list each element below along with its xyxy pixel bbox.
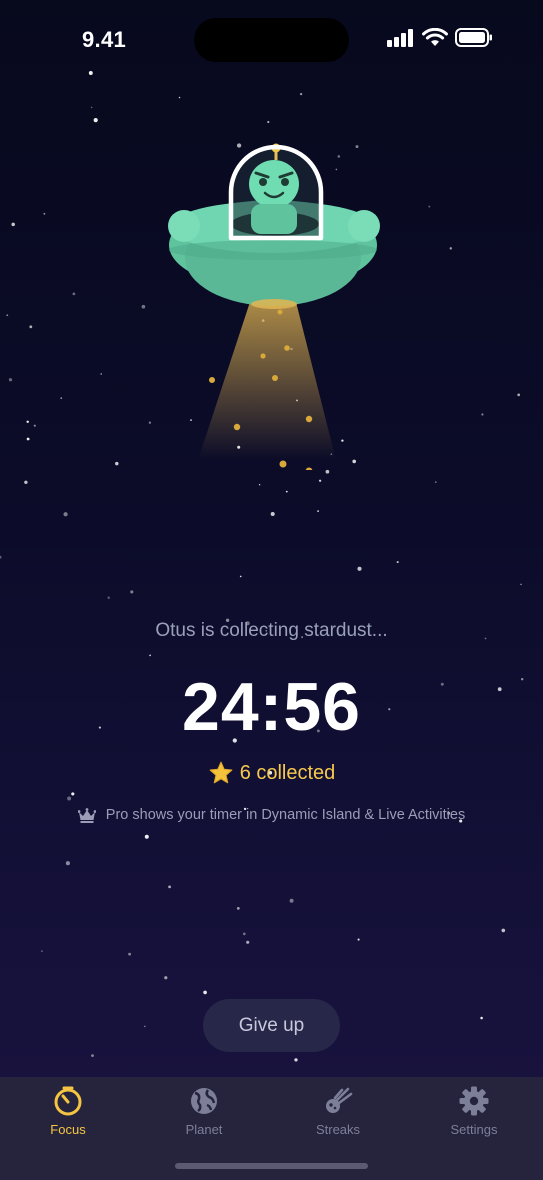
signal-icon <box>387 28 413 47</box>
dynamic-island <box>194 18 349 62</box>
tab-label-streaks: Streaks <box>315 1122 361 1137</box>
meteor-icon <box>326 1087 353 1113</box>
tab-label-planet: Planet <box>185 1122 223 1137</box>
gear-icon <box>459 1086 489 1116</box>
tab-planet[interactable]: Planet <box>154 1085 254 1145</box>
pro-upsell-note[interactable]: Pro shows your timer in Dynamic Island &… <box>0 807 543 823</box>
home-indicator <box>175 1163 368 1169</box>
tab-label-focus: Focus <box>50 1122 86 1137</box>
crown-icon <box>77 807 96 823</box>
status-bar: 9.41 <box>0 0 543 80</box>
status-message: Otus is collecting stardust... <box>155 620 388 641</box>
collected-count: 6 collected <box>239 761 336 784</box>
status-icons <box>387 28 493 47</box>
give-up-button[interactable]: Give up <box>203 999 340 1052</box>
battery-icon <box>455 28 492 47</box>
star-icon <box>209 761 233 784</box>
tab-label-settings: Settings <box>450 1122 498 1137</box>
timer-icon <box>54 1086 82 1116</box>
status-time: 9.41 <box>82 27 127 52</box>
globe-icon <box>191 1088 217 1114</box>
tab-focus[interactable]: Focus <box>18 1085 118 1145</box>
ufo-alien-icon <box>168 143 380 470</box>
pro-note-text: Pro shows your timer in Dynamic Island &… <box>105 807 466 823</box>
tab-streaks[interactable]: Streaks <box>288 1085 388 1145</box>
countdown-timer: 24:56 <box>182 669 361 745</box>
tab-bar: Focus Planet Streaks Settings <box>0 1077 543 1180</box>
tab-settings[interactable]: Settings <box>424 1085 524 1145</box>
wifi-icon <box>422 28 448 46</box>
stardust-collected: 6 collected <box>0 760 543 786</box>
